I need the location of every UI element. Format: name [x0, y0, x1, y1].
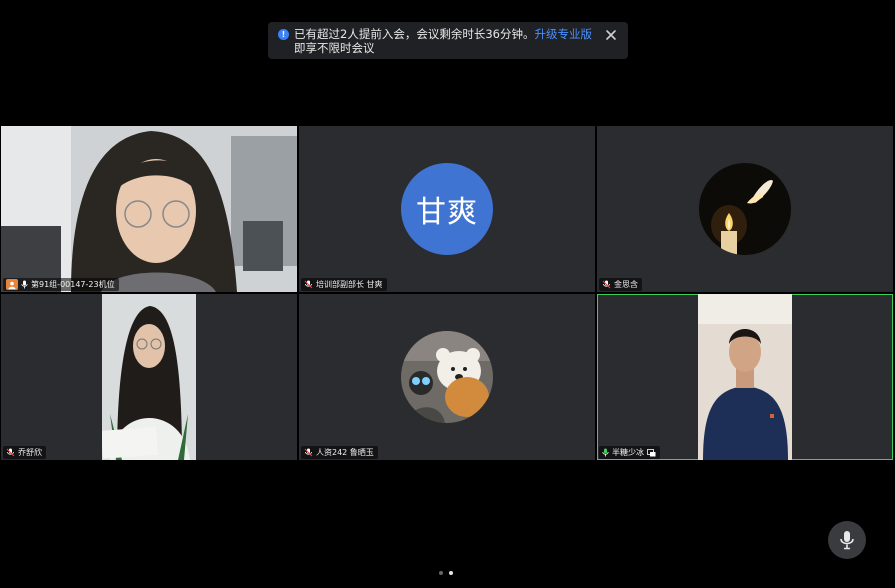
banner-text: 已有超过2人提前入会，会议剩余时长36分钟。: [294, 27, 535, 41]
host-icon: [6, 279, 18, 290]
close-icon[interactable]: [604, 28, 618, 42]
page-dot-2[interactable]: [449, 571, 453, 575]
mic-active-icon: [602, 448, 609, 457]
mic-muted-icon: [6, 448, 15, 457]
avatar: 甘爽: [401, 163, 493, 255]
participant-name-tag: 乔舒欣: [3, 446, 46, 459]
candle-avatar-image: [699, 163, 791, 255]
participant-video: [1, 126, 297, 292]
video-tile-4[interactable]: 乔舒欣: [1, 294, 297, 460]
microphone-icon: [840, 531, 854, 550]
microphone-button[interactable]: [828, 521, 866, 559]
page-dot-1[interactable]: [439, 571, 443, 575]
participant-name-tag: 半糖少冰: [599, 446, 660, 459]
participant-video: [102, 294, 196, 460]
info-icon: !: [278, 29, 289, 40]
participant-name: 培训部副部长 甘爽: [316, 280, 383, 289]
mic-muted-icon: [304, 280, 313, 289]
page-indicator: [439, 571, 453, 575]
screen-share-icon: [647, 448, 656, 456]
time-limit-banner: ! 已有超过2人提前入会，会议剩余时长36分钟。升级专业版即享不限时会议: [268, 22, 628, 59]
participant-name: 金思含: [614, 280, 638, 289]
avatar: [401, 331, 493, 423]
participant-name: 乔舒欣: [18, 448, 42, 457]
participant-name-tag: 第91组-00147-23机位: [3, 278, 119, 291]
video-tile-1[interactable]: 第91组-00147-23机位: [1, 126, 297, 292]
mic-muted-icon: [304, 448, 313, 457]
banner-text-tail: 即享不限时会议: [294, 41, 375, 55]
participant-name: 第91组-00147-23机位: [31, 280, 115, 289]
participant-name-tag: 培训部副部长 甘爽: [301, 278, 387, 291]
video-tile-5[interactable]: 人资242 鲁晒玉: [299, 294, 595, 460]
video-tile-2[interactable]: 甘爽 培训部副部长 甘爽: [299, 126, 595, 292]
bear-avatar-image: [401, 331, 493, 423]
mic-muted-icon: [602, 280, 611, 289]
mic-icon: [21, 280, 28, 289]
participant-name-tag: 人资242 鲁晒玉: [301, 446, 378, 459]
avatar: [699, 163, 791, 255]
participant-video: [698, 294, 792, 460]
participant-name-tag: 金思含: [599, 278, 642, 291]
participant-name: 人资242 鲁晒玉: [316, 448, 374, 457]
video-tile-6-active-speaker[interactable]: 半糖少冰: [597, 294, 893, 460]
participant-name: 半糖少冰: [612, 448, 644, 457]
video-tile-3[interactable]: 金思含: [597, 126, 893, 292]
upgrade-link[interactable]: 升级专业版: [534, 27, 592, 41]
